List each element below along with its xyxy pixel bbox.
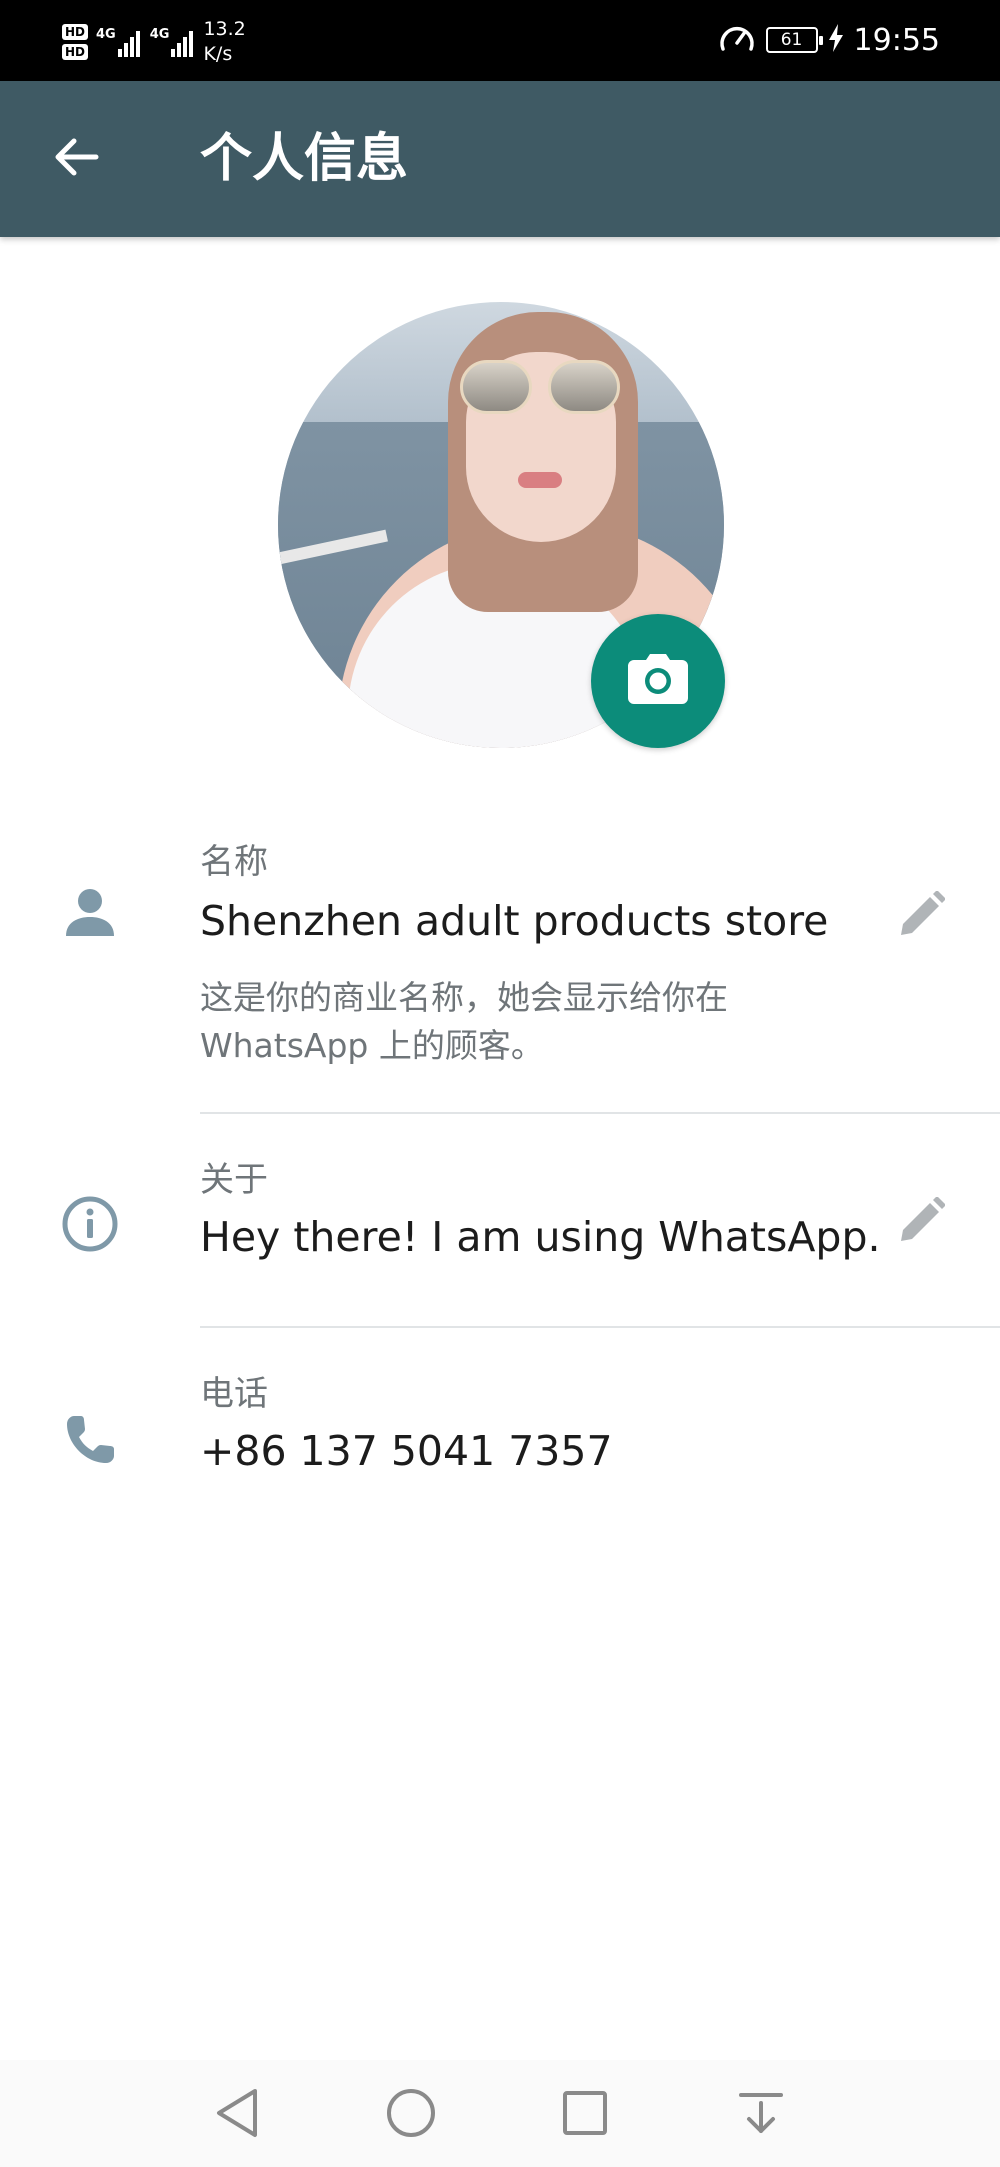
pencil-icon	[899, 890, 946, 941]
nav-back-button[interactable]	[202, 2080, 272, 2150]
name-hint: 这是你的商业名称，她会显示给你在 WhatsApp 上的顾客。	[200, 974, 840, 1070]
profile-photo-area	[278, 302, 725, 748]
notification-pull-icon	[737, 2089, 785, 2141]
arrow-left-icon	[52, 133, 100, 185]
recents-square-icon	[561, 2089, 609, 2141]
battery-level: 61	[780, 30, 803, 50]
person-icon	[58, 880, 122, 944]
nav-notification-button[interactable]	[726, 2080, 796, 2150]
back-triangle-icon	[213, 2087, 261, 2143]
phone-label: 电话	[200, 1374, 268, 1414]
signal-bars-icon	[171, 27, 194, 57]
clock: 19:55	[853, 22, 940, 58]
about-row[interactable]: 关于 Hey there! I am using WhatsApp.	[0, 1158, 1000, 1278]
hd-badge-1: HD	[62, 24, 89, 40]
battery-icon: 61	[765, 27, 823, 53]
edit-about-button[interactable]	[892, 1192, 952, 1252]
page-title: 个人信息	[200, 129, 409, 189]
nav-recents-button[interactable]	[550, 2080, 620, 2150]
network-speed: 13.2 K/s	[203, 17, 245, 67]
phone-icon	[58, 1408, 122, 1472]
app-bar: 个人信息	[0, 81, 1000, 237]
pencil-icon	[899, 1196, 946, 1247]
name-label: 名称	[200, 842, 268, 882]
hd-badge-2: HD	[62, 44, 89, 60]
info-icon	[58, 1192, 122, 1256]
about-label: 关于	[200, 1160, 268, 1200]
hd-indicators: HD HD	[62, 24, 89, 60]
phone-value: +86 137 5041 7357	[200, 1427, 613, 1475]
signal-type-1: 4G	[96, 27, 116, 42]
status-right: 61 19:55	[718, 18, 940, 62]
about-value: Hey there! I am using WhatsApp.	[200, 1213, 881, 1261]
phone-row: 电话 +86 137 5041 7357	[0, 1372, 1000, 1492]
network-speed-unit: K/s	[203, 43, 233, 65]
edit-name-button[interactable]	[892, 886, 952, 946]
signal-type-2: 4G	[149, 27, 170, 42]
signal-1: 4G	[96, 27, 140, 57]
profile-screen: HD HD 4G 4G 13.2 K/s 61 19:55 个人信息 名称 Sh…	[0, 0, 1000, 2167]
home-circle-icon	[385, 2087, 437, 2143]
name-row[interactable]: 名称 Shenzhen adult products store 这是你的商业名…	[0, 840, 1000, 1110]
system-nav-bar	[0, 2060, 1000, 2167]
speedometer-icon	[718, 21, 756, 59]
change-photo-button[interactable]	[591, 614, 725, 748]
network-speed-value: 13.2	[203, 18, 246, 40]
divider	[200, 1326, 1000, 1328]
camera-icon	[628, 654, 688, 708]
nav-home-button[interactable]	[376, 2080, 446, 2150]
name-hint-line-2: WhatsApp 上的顾客。	[200, 1026, 544, 1065]
status-bar: HD HD 4G 4G 13.2 K/s 61 19:55	[0, 0, 1000, 81]
signal-2: 4G	[150, 27, 194, 57]
status-left: HD HD 4G 4G 13.2 K/s	[62, 14, 246, 70]
name-value: Shenzhen adult products store	[200, 897, 829, 945]
back-button[interactable]	[44, 127, 108, 191]
charging-icon	[828, 24, 844, 56]
name-hint-line-1: 这是你的商业名称，她会显示给你在	[200, 978, 728, 1017]
signal-bars-icon	[117, 27, 140, 57]
divider	[200, 1112, 1000, 1114]
